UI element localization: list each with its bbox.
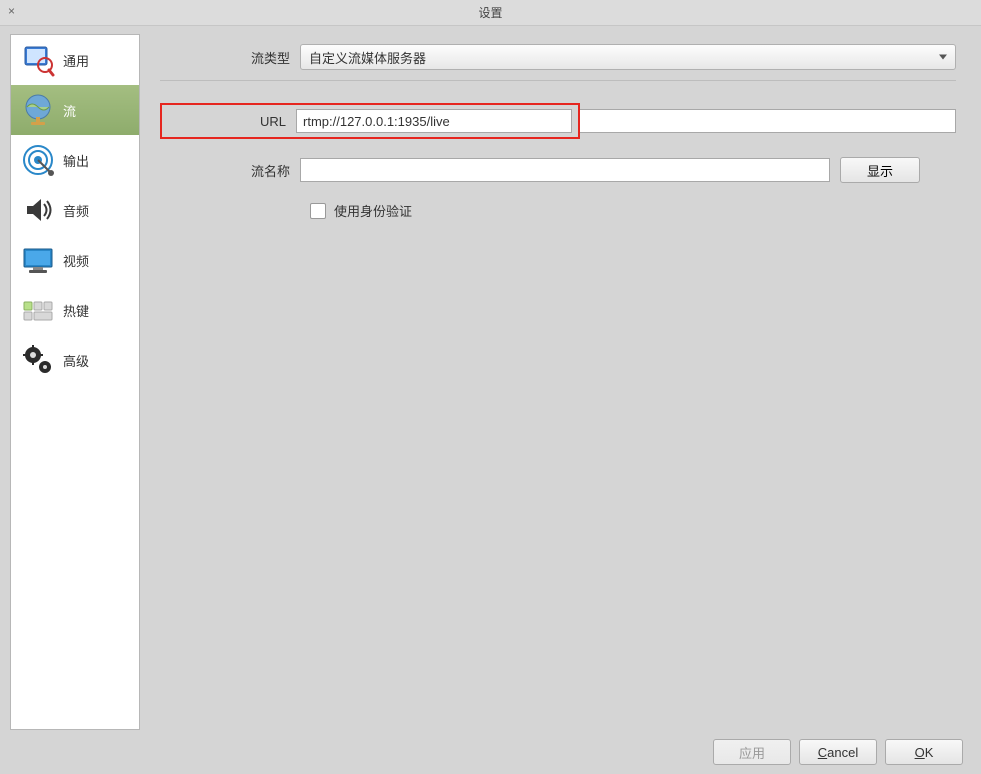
separator bbox=[160, 80, 956, 81]
stream-type-dropdown[interactable]: 自定义流媒体服务器 bbox=[300, 44, 956, 70]
stream-type-label: 流类型 bbox=[160, 48, 300, 67]
sidebar-item-label: 输出 bbox=[63, 151, 89, 170]
apply-button[interactable]: 应用 bbox=[713, 739, 791, 765]
chevron-down-icon bbox=[939, 55, 947, 60]
sidebar-item-audio[interactable]: 音频 bbox=[11, 185, 139, 235]
main-panel: 流类型 自定义流媒体服务器 URL 流名称 显示 使用身份验证 bbox=[140, 34, 971, 730]
close-icon[interactable]: × bbox=[8, 4, 15, 18]
window-title: 设置 bbox=[478, 4, 502, 21]
auth-row: 使用身份验证 bbox=[310, 201, 956, 220]
sidebar-item-label: 音频 bbox=[63, 201, 89, 220]
sidebar-item-label: 视频 bbox=[63, 251, 89, 270]
stream-key-input[interactable] bbox=[300, 158, 830, 182]
auth-checkbox-label: 使用身份验证 bbox=[334, 201, 412, 220]
url-input[interactable] bbox=[296, 109, 572, 133]
stream-type-value: 自定义流媒体服务器 bbox=[309, 48, 426, 67]
sidebar-item-general[interactable]: 通用 bbox=[11, 35, 139, 85]
sidebar-item-hotkeys[interactable]: 热键 bbox=[11, 285, 139, 335]
window-body: 通用 流 bbox=[0, 26, 981, 730]
sidebar-item-label: 流 bbox=[63, 101, 76, 120]
url-row: URL bbox=[160, 103, 956, 139]
cancel-button[interactable]: Cancel bbox=[799, 739, 877, 765]
sidebar: 通用 流 bbox=[10, 34, 140, 730]
stream-icon bbox=[19, 91, 57, 129]
stream-key-row: 流名称 显示 bbox=[160, 157, 956, 183]
footer: 应用 Cancel OK bbox=[0, 730, 981, 774]
url-highlight-box: URL bbox=[160, 103, 580, 139]
sidebar-item-advanced[interactable]: 高级 bbox=[11, 335, 139, 385]
sidebar-item-label: 热键 bbox=[63, 301, 89, 320]
show-button[interactable]: 显示 bbox=[840, 157, 920, 183]
stream-key-label: 流名称 bbox=[160, 161, 300, 180]
stream-type-row: 流类型 自定义流媒体服务器 bbox=[160, 44, 956, 70]
output-icon bbox=[19, 141, 57, 179]
hotkeys-icon bbox=[19, 291, 57, 329]
titlebar: × 设置 bbox=[0, 0, 981, 26]
auth-checkbox[interactable] bbox=[310, 203, 326, 219]
advanced-icon bbox=[19, 341, 57, 379]
sidebar-item-label: 通用 bbox=[63, 51, 89, 70]
url-label: URL bbox=[162, 114, 296, 129]
general-icon bbox=[19, 41, 57, 79]
sidebar-item-stream[interactable]: 流 bbox=[11, 85, 139, 135]
audio-icon bbox=[19, 191, 57, 229]
sidebar-item-label: 高级 bbox=[63, 351, 89, 370]
url-input-extension[interactable] bbox=[580, 109, 956, 133]
video-icon bbox=[19, 241, 57, 279]
ok-button[interactable]: OK bbox=[885, 739, 963, 765]
sidebar-item-output[interactable]: 输出 bbox=[11, 135, 139, 185]
sidebar-item-video[interactable]: 视频 bbox=[11, 235, 139, 285]
